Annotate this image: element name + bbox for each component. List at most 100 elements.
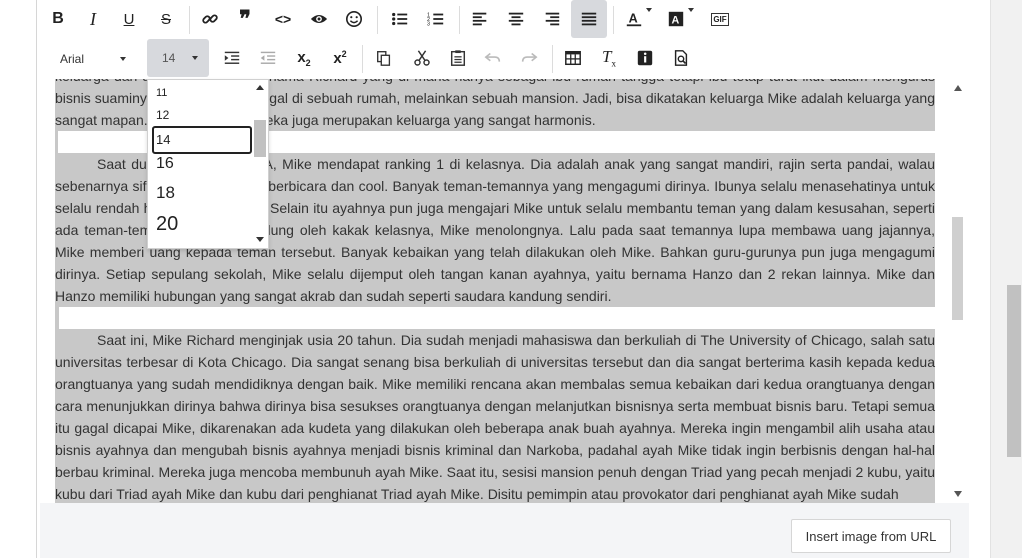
undo-button[interactable] [478, 43, 508, 73]
align-left-icon [472, 12, 487, 26]
chevron-down-icon [120, 57, 126, 61]
font-size-option-12[interactable]: 12 [152, 104, 248, 126]
copy-button[interactable] [369, 43, 399, 73]
dropdown-scrollbar[interactable] [253, 80, 267, 248]
undo-icon [484, 52, 501, 62]
cut-button[interactable] [407, 43, 437, 73]
align-left-button[interactable] [465, 4, 495, 34]
document-search-icon [674, 50, 688, 66]
scissors-icon [414, 50, 430, 66]
bulleted-list-icon [392, 12, 408, 26]
code-icon: <> [274, 11, 292, 27]
align-right-button[interactable] [537, 4, 567, 34]
code-button[interactable]: <> [268, 4, 298, 34]
font-size-option-11[interactable]: 11 [152, 84, 248, 104]
eye-icon [310, 14, 328, 24]
print-preview-button[interactable] [666, 43, 696, 73]
redo-icon [521, 52, 538, 62]
align-center-icon [508, 12, 524, 26]
background-color-caret-icon[interactable] [688, 8, 694, 12]
preview-button[interactable] [304, 4, 334, 34]
strikethrough-button[interactable]: S [151, 4, 181, 34]
editor-toolbar: B I U S ❞ <> 123 A A GIF Arial 14 x2 x2 … [40, 0, 969, 80]
font-size-value: 14 [162, 51, 176, 65]
paste-button[interactable] [443, 43, 473, 73]
align-right-icon [545, 12, 560, 26]
svg-text:3: 3 [427, 21, 430, 27]
bold-icon: B [52, 10, 64, 27]
insert-image-from-url-button[interactable]: Insert image from URL [791, 519, 951, 553]
table-button[interactable] [558, 43, 588, 73]
font-size-dropdown: 11 12 14 16 18 20 [147, 79, 269, 249]
scroll-up-arrow-icon[interactable] [954, 85, 962, 91]
scroll-up-arrow-icon[interactable] [256, 85, 264, 90]
indent-icon [224, 51, 240, 64]
page-scrollbar-thumb[interactable] [1007, 285, 1021, 457]
superscript-icon: x2 [333, 49, 347, 67]
outdent-button[interactable] [253, 43, 283, 73]
text-color-button[interactable]: A [619, 4, 649, 34]
indent-button[interactable] [217, 43, 247, 73]
font-family-select[interactable]: Arial [54, 46, 134, 72]
align-justify-button[interactable] [571, 0, 607, 38]
italic-button[interactable]: I [78, 4, 108, 34]
toolbar-divider [552, 45, 553, 73]
align-center-button[interactable] [501, 4, 531, 34]
font-size-option-18[interactable]: 18 [152, 180, 248, 208]
link-icon [202, 14, 218, 24]
chevron-down-icon [192, 56, 198, 60]
strikethrough-icon: S [160, 10, 171, 28]
text-color-caret-icon[interactable] [646, 8, 652, 12]
subscript-button[interactable]: x2 [289, 43, 319, 73]
subscript-icon: x2 [297, 48, 311, 68]
quote-icon: ❞ [239, 6, 251, 31]
toolbar-divider [362, 45, 363, 73]
scrollbar-track-border [990, 0, 991, 558]
bulleted-list-button[interactable] [385, 4, 415, 34]
paragraph-3: Saat ini, Mike Richard menginjak usia 20… [55, 329, 935, 503]
outdent-icon [260, 51, 276, 64]
font-size-option-20[interactable]: 20 [152, 210, 248, 242]
smiley-icon [345, 10, 363, 28]
bold-button[interactable]: B [43, 4, 73, 34]
clear-formatting-icon: Tx [602, 47, 616, 69]
font-size-select[interactable]: 14 [147, 39, 209, 77]
info-icon [637, 50, 653, 66]
font-size-option-14[interactable]: 14 [152, 126, 252, 154]
emoji-button[interactable] [339, 4, 369, 34]
blockquote-button[interactable]: ❞ [230, 4, 260, 34]
info-button[interactable] [630, 43, 660, 73]
italic-icon: I [90, 8, 96, 29]
numbered-list-icon: 123 [427, 12, 444, 27]
scroll-down-arrow-icon[interactable] [954, 491, 962, 497]
copy-icon [377, 51, 391, 66]
editor-scrollbar[interactable] [950, 79, 969, 503]
page-scrollbar[interactable] [990, 0, 1022, 558]
table-icon [565, 50, 581, 66]
numbered-list-button[interactable]: 123 [421, 4, 451, 34]
toolbar-row-2: Arial 14 x2 x2 Tx [40, 39, 969, 77]
background-color-button[interactable]: A [661, 4, 691, 34]
toolbar-divider [189, 6, 190, 34]
link-button[interactable] [195, 4, 225, 34]
align-justify-icon [581, 12, 597, 26]
gif-button[interactable]: GIF [705, 4, 735, 34]
editor-scrollbar-thumb[interactable] [952, 217, 963, 320]
clipboard-icon [450, 50, 466, 66]
svg-text:A: A [629, 12, 638, 26]
scroll-down-arrow-icon[interactable] [256, 237, 264, 242]
toolbar-divider [459, 6, 460, 34]
superscript-button[interactable]: x2 [325, 43, 355, 73]
toolbar-row-1: B I U S ❞ <> 123 A A GIF [40, 0, 969, 38]
underline-icon: U [123, 10, 135, 28]
dropdown-scrollbar-thumb[interactable] [254, 120, 266, 157]
toolbar-divider [613, 6, 614, 34]
font-family-value: Arial [60, 52, 85, 66]
font-size-option-16[interactable]: 16 [152, 152, 248, 178]
redo-button[interactable] [514, 43, 544, 73]
gif-icon: GIF [711, 12, 729, 26]
empty-line [55, 307, 59, 329]
underline-button[interactable]: U [114, 4, 144, 34]
text-color-icon: A [626, 12, 642, 27]
clear-formatting-button[interactable]: Tx [594, 43, 624, 73]
